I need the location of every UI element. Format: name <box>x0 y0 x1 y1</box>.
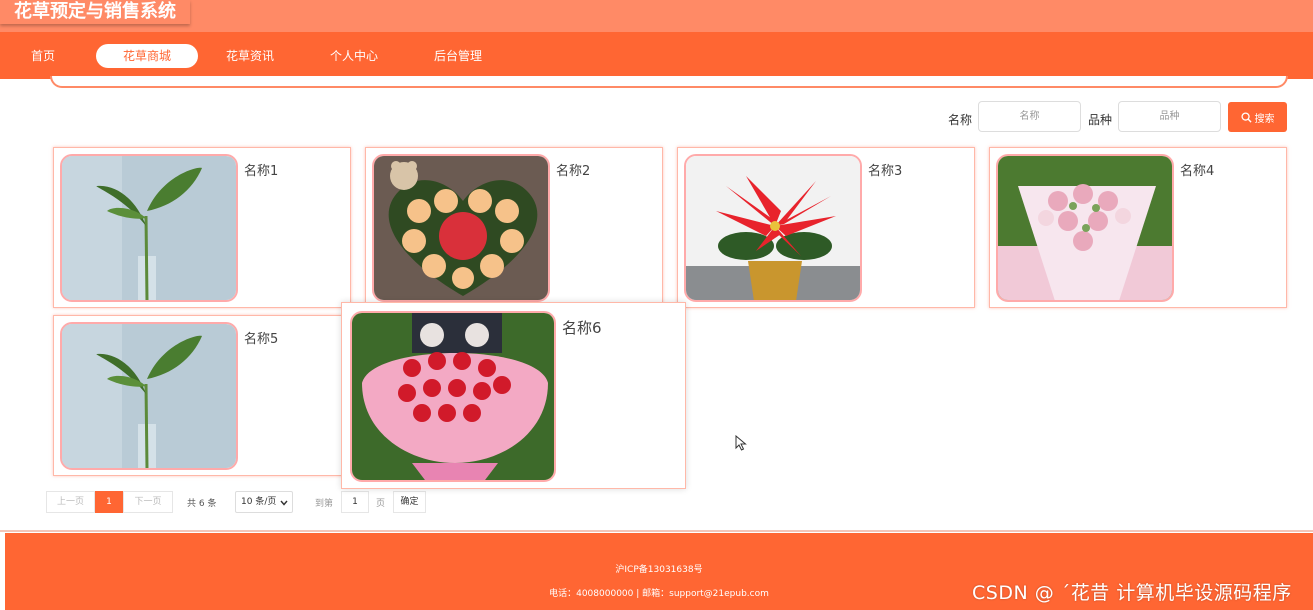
product-image-5[interactable] <box>60 322 238 470</box>
page-unit-label: 页 <box>376 499 386 509</box>
product-card-1[interactable]: 名称1 <box>53 147 351 308</box>
product-card-5[interactable]: 名称5 <box>53 315 351 476</box>
product-image-2[interactable] <box>372 154 550 302</box>
next-page-button[interactable]: 下一页 <box>123 491 173 513</box>
variety-search-input[interactable] <box>1118 101 1221 132</box>
product-card-2[interactable]: 名称2 <box>365 147 663 308</box>
goto-confirm-button[interactable]: 确定 <box>393 491 426 513</box>
top-header-bar <box>0 0 1313 32</box>
main-nav: 首页 花草商城 花草资讯 个人中心 后台管理 <box>0 32 1313 79</box>
name-search-input[interactable] <box>978 101 1081 132</box>
page-size-select[interactable]: 10 条/页 <box>235 491 293 513</box>
footer-divider <box>0 530 1313 532</box>
search-button-label: 搜索 <box>1254 113 1275 125</box>
product-image-3[interactable] <box>684 154 862 302</box>
variety-search-label: 品种 <box>1088 113 1113 127</box>
product-card-3[interactable]: 名称3 <box>677 147 975 308</box>
carousel-bottom-edge <box>50 76 1288 88</box>
goto-label: 到第 <box>315 499 334 509</box>
page-size-value: 10 条/页 <box>241 497 277 507</box>
chevron-down-icon <box>280 500 288 506</box>
mouse-cursor-icon <box>735 435 747 451</box>
site-title: 花草预定与销售系统 <box>0 0 190 24</box>
name-search-label: 名称 <box>948 113 973 127</box>
product-image-1[interactable] <box>60 154 238 302</box>
product-name-4[interactable]: 名称4 <box>1180 160 1214 179</box>
nav-item-home[interactable]: 首页 <box>30 44 56 68</box>
csdn-watermark: CSDN @ ˊ花昔 计算机毕设源码程序 <box>972 582 1292 604</box>
page-1-button[interactable]: 1 <box>95 491 123 513</box>
footer-icp: 沪ICP备13031638号 <box>615 565 703 575</box>
nav-item-profile[interactable]: 个人中心 <box>330 44 378 68</box>
total-count: 共 6 条 <box>187 499 217 509</box>
product-image-4[interactable] <box>996 154 1174 302</box>
product-name-1[interactable]: 名称1 <box>244 160 278 179</box>
product-name-2[interactable]: 名称2 <box>556 160 590 179</box>
search-button[interactable]: 搜索 <box>1228 102 1287 132</box>
nav-item-admin[interactable]: 后台管理 <box>434 44 482 68</box>
product-name-6[interactable]: 名称6 <box>562 317 602 338</box>
product-card-6[interactable]: 名称6 <box>341 302 686 489</box>
nav-item-news[interactable]: 花草资讯 <box>226 44 274 68</box>
product-name-3[interactable]: 名称3 <box>868 160 902 179</box>
prev-page-button[interactable]: 上一页 <box>46 491 95 513</box>
product-name-5[interactable]: 名称5 <box>244 328 278 347</box>
product-image-6[interactable] <box>350 311 556 482</box>
product-card-4[interactable]: 名称4 <box>989 147 1287 308</box>
search-icon <box>1240 111 1252 123</box>
goto-page-input[interactable]: 1 <box>341 491 369 513</box>
nav-item-shop[interactable]: 花草商城 <box>96 44 198 68</box>
